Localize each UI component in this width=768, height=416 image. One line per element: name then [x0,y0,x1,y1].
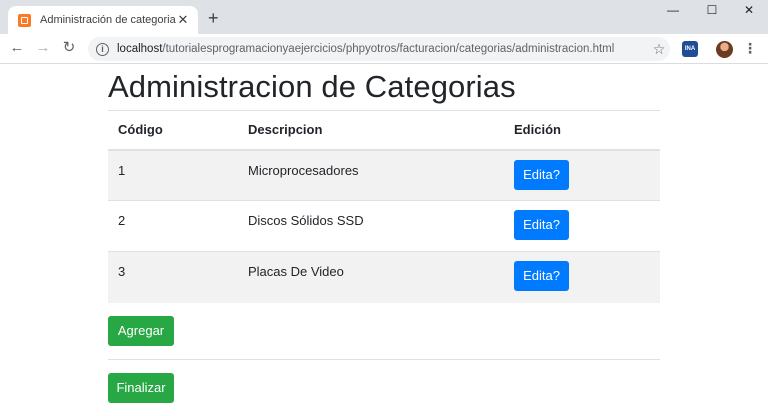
address-bar[interactable]: i localhost/tutorialesprogramacionyaejer… [88,37,670,61]
cell-code: 2 [108,200,238,252]
header-codigo: Código [108,110,238,151]
browser-toolbar: ← → ↻ i localhost/tutorialesprogramacion… [0,34,768,64]
site-info-icon[interactable]: i [96,42,109,56]
table-row: 3 Placas De Video Edita? [108,251,660,303]
forward-arrow-icon[interactable]: → [34,39,52,57]
page-title: Administracion de Categorias [108,69,516,104]
new-tab-icon[interactable]: + [208,9,219,27]
cell-description: Discos Sólidos SSD [238,200,504,252]
edit-button[interactable]: Edita? [514,159,569,190]
edit-button[interactable]: Edita? [514,210,569,240]
close-tab-icon[interactable]: ✕ [176,12,190,28]
table-row: 1 Microprocesadores Edita? [108,149,660,201]
cell-action: Edita? [504,149,660,201]
cell-code: 3 [108,251,238,303]
table-header-row: Código Descripcion Edición [108,110,660,151]
cell-description: Microprocesadores [238,149,504,201]
profile-avatar[interactable] [716,41,733,58]
bookmark-star-icon[interactable]: ☆ [648,41,670,58]
url-path: /tutorialesprogramacionyaejercicios/phpy… [162,43,615,55]
window-close-icon[interactable]: ✕ [734,3,764,17]
url-host: localhost [117,43,163,55]
header-descripcion: Descripcion [238,110,504,151]
cell-action: Edita? [504,200,660,252]
edit-button[interactable]: Edita? [514,261,569,291]
reload-icon[interactable]: ↻ [60,39,78,57]
cell-description: Placas De Video [238,251,504,303]
maximize-icon[interactable]: ☐ [697,3,727,17]
url-text[interactable]: localhost/tutorialesprogramacionyaejerci… [117,43,648,55]
page-content: Administracion de Categorias Código Desc… [108,64,660,403]
cell-action: Edita? [504,251,660,303]
tab-strip: Administración de categorias ✕ + — ☐ ✕ [0,0,768,34]
extension-icon[interactable]: INA [682,41,698,57]
tab-title: Administración de categorias [40,14,176,26]
add-category-button[interactable]: Agregar [108,315,174,346]
finish-button[interactable]: Finalizar [108,372,174,403]
table-row: 2 Discos Sólidos SSD Edita? [108,200,660,252]
kebab-menu-icon[interactable]: ⋮ [743,40,757,57]
minimize-icon[interactable]: — [658,3,688,17]
categories-table: Código Descripcion Edición 1 Microproces… [108,110,660,303]
divider [108,358,660,360]
browser-tab[interactable]: Administración de categorias ✕ [8,6,198,34]
back-arrow-icon[interactable]: ← [8,39,26,57]
cell-code: 1 [108,149,238,201]
header-edicion: Edición [504,110,660,151]
xampp-favicon-icon [18,13,31,27]
